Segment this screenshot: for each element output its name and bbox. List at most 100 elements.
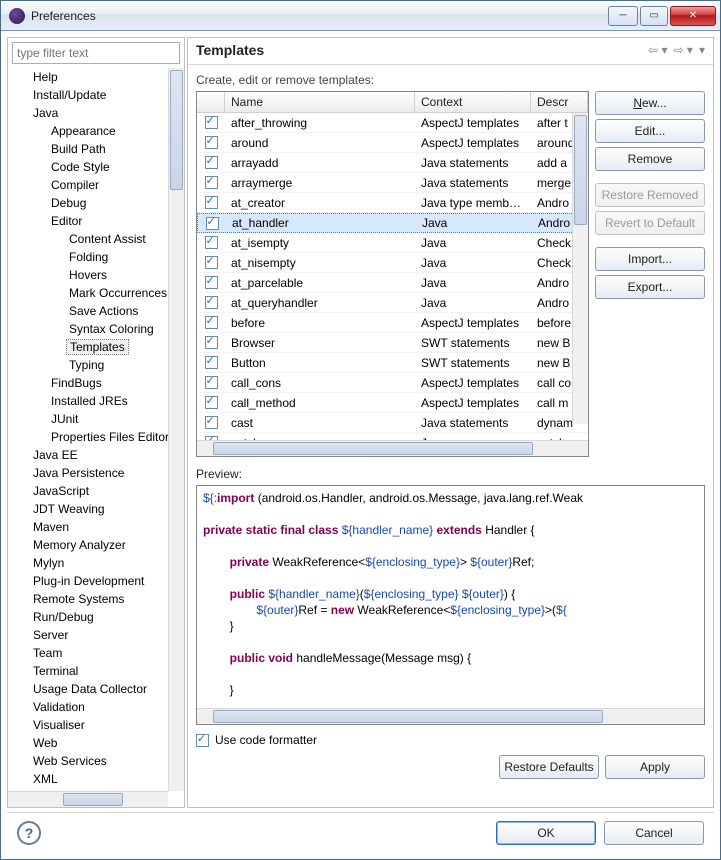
tree-item[interactable]: JUnit [8, 410, 168, 428]
help-icon[interactable]: ? [17, 821, 41, 845]
table-row[interactable]: castJava statementsdynam [197, 413, 588, 433]
row-checkbox[interactable] [205, 236, 218, 249]
tree-item[interactable]: Server [8, 626, 168, 644]
use-formatter-checkbox[interactable] [196, 734, 209, 747]
new-button[interactable]: New... [595, 91, 705, 115]
close-button[interactable]: ✕ [670, 6, 716, 26]
row-checkbox[interactable] [205, 176, 218, 189]
table-vscrollbar[interactable] [572, 113, 588, 424]
table-row[interactable]: arraymergeJava statementsmerge [197, 173, 588, 193]
table-row[interactable]: at_queryhandlerJavaAndro [197, 293, 588, 313]
tree-item[interactable]: Install/Update [8, 86, 168, 104]
table-hscrollbar[interactable] [197, 440, 588, 456]
tree-item[interactable]: Usage Data Collector [8, 680, 168, 698]
row-checkbox[interactable] [205, 316, 218, 329]
row-checkbox[interactable] [206, 217, 219, 230]
tree-item[interactable]: JavaScript [8, 482, 168, 500]
table-row[interactable]: aroundAspectJ templatesaround [197, 133, 588, 153]
row-checkbox[interactable] [205, 416, 218, 429]
tree-item[interactable]: Appearance [8, 122, 168, 140]
import-button[interactable]: Import... [595, 247, 705, 271]
col-description[interactable]: Descr [531, 92, 588, 112]
row-checkbox[interactable] [205, 356, 218, 369]
forward-icon[interactable]: ⇨ ▾ [674, 43, 693, 57]
row-checkbox[interactable] [205, 136, 218, 149]
tree-item[interactable]: Typing [8, 356, 168, 374]
tree-item[interactable]: JDT Weaving [8, 500, 168, 518]
tree-item[interactable]: Debug [8, 194, 168, 212]
tree-item[interactable]: Code Style [8, 158, 168, 176]
ok-button[interactable]: OK [496, 821, 596, 845]
col-context[interactable]: Context [415, 92, 531, 112]
tree-item[interactable]: Syntax Coloring [8, 320, 168, 338]
table-row[interactable]: catchJavacatch [197, 433, 588, 440]
category-tree[interactable]: HelpInstall/UpdateJavaAppearanceBuild Pa… [8, 68, 168, 791]
preview-hscrollbar[interactable] [197, 708, 704, 724]
tree-vscrollbar[interactable] [168, 68, 184, 791]
menu-icon[interactable]: ▾ [699, 43, 705, 57]
back-icon[interactable]: ⇦ ▾ [648, 43, 667, 57]
table-row[interactable]: at_handlerJavaAndro [197, 213, 588, 233]
tree-item[interactable]: Properties Files Editor [8, 428, 168, 446]
tree-item[interactable]: Editor [8, 212, 168, 230]
row-checkbox[interactable] [205, 156, 218, 169]
tree-item[interactable]: Visualiser [8, 716, 168, 734]
row-checkbox[interactable] [205, 116, 218, 129]
tree-item[interactable]: Web [8, 734, 168, 752]
row-checkbox[interactable] [205, 336, 218, 349]
table-row[interactable]: at_parcelableJavaAndro [197, 273, 588, 293]
table-row[interactable]: at_nisemptyJavaCheck [197, 253, 588, 273]
cancel-button[interactable]: Cancel [604, 821, 704, 845]
tree-item[interactable]: Validation [8, 698, 168, 716]
tree-item[interactable]: Java EE [8, 446, 168, 464]
tree-item[interactable]: Mylyn [8, 554, 168, 572]
table-row[interactable]: after_throwingAspectJ templatesafter t [197, 113, 588, 133]
edit-button[interactable]: Edit... [595, 119, 705, 143]
row-checkbox[interactable] [205, 376, 218, 389]
table-row[interactable]: beforeAspectJ templatesbefore [197, 313, 588, 333]
tree-item[interactable]: Mark Occurrences [8, 284, 168, 302]
tree-item[interactable]: FindBugs [8, 374, 168, 392]
tree-item[interactable]: Java [8, 104, 168, 122]
tree-item[interactable]: Team [8, 644, 168, 662]
row-checkbox[interactable] [205, 396, 218, 409]
restore-defaults-button[interactable]: Restore Defaults [499, 755, 599, 779]
table-row[interactable]: at_creatorJava type membersAndro [197, 193, 588, 213]
tree-item[interactable]: Folding [8, 248, 168, 266]
tree-item[interactable]: Memory Analyzer [8, 536, 168, 554]
col-name[interactable]: Name [225, 92, 415, 112]
tree-item[interactable]: Build Path [8, 140, 168, 158]
minimize-button[interactable]: ─ [608, 6, 638, 26]
filter-input[interactable] [12, 42, 180, 64]
remove-button[interactable]: Remove [595, 147, 705, 171]
tree-item[interactable]: Maven [8, 518, 168, 536]
tree-item[interactable]: Plug-in Development [8, 572, 168, 590]
table-row[interactable]: BrowserSWT statementsnew B [197, 333, 588, 353]
maximize-button[interactable]: ▭ [640, 6, 668, 26]
tree-item[interactable]: Save Actions [8, 302, 168, 320]
tree-item[interactable]: Web Services [8, 752, 168, 770]
tree-hscrollbar[interactable] [8, 791, 168, 807]
row-checkbox[interactable] [205, 196, 218, 209]
tree-item[interactable]: XML [8, 770, 168, 788]
table-row[interactable]: ButtonSWT statementsnew B [197, 353, 588, 373]
table-row[interactable]: call_methodAspectJ templatescall m [197, 393, 588, 413]
table-row[interactable]: call_consAspectJ templatescall co [197, 373, 588, 393]
tree-item[interactable]: Run/Debug [8, 608, 168, 626]
export-button[interactable]: Export... [595, 275, 705, 299]
tree-item[interactable]: Hovers [8, 266, 168, 284]
row-checkbox[interactable] [205, 256, 218, 269]
tree-item[interactable]: Installed JREs [8, 392, 168, 410]
tree-item[interactable]: Terminal [8, 662, 168, 680]
row-checkbox[interactable] [205, 276, 218, 289]
tree-item[interactable]: Templates [8, 338, 168, 356]
titlebar[interactable]: Preferences ─ ▭ ✕ [1, 1, 720, 31]
tree-item[interactable]: Java Persistence [8, 464, 168, 482]
tree-item[interactable]: Help [8, 68, 168, 86]
tree-item[interactable]: Compiler [8, 176, 168, 194]
table-row[interactable]: at_isemptyJavaCheck [197, 233, 588, 253]
table-row[interactable]: arrayaddJava statementsadd a [197, 153, 588, 173]
tree-item[interactable]: Content Assist [8, 230, 168, 248]
tree-item[interactable]: Remote Systems [8, 590, 168, 608]
apply-button[interactable]: Apply [605, 755, 705, 779]
